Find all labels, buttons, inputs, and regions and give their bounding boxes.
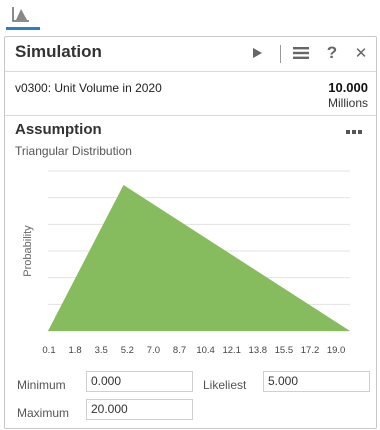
run-button[interactable] [248,44,266,62]
active-tab-indicator [6,27,40,30]
close-icon: ✕ [354,45,368,62]
assumption-title: Assumption [15,121,102,138]
x-tick-label: 19.0 [327,345,346,356]
distribution-area [48,185,350,331]
panel-header: Simulation ? ✕ [5,37,376,72]
menu-button[interactable] [292,44,310,62]
x-tick-label: 1.8 [68,345,81,356]
more-options-icon[interactable] [345,127,363,137]
x-tick-label: 15.5 [275,345,294,356]
likeliest-input[interactable]: 5.000 [263,371,370,392]
x-tick-label: 10.4 [196,345,215,356]
x-tick-label: 13.8 [249,345,268,356]
menu-icon [293,47,309,59]
top-tab-bar [0,0,380,36]
variable-name: v0300: Unit Volume in 2020 [15,81,162,95]
maximum-label: Maximum [17,406,70,420]
simulation-panel: Simulation ? ✕ v0300: Unit Volume in 202… [4,36,377,429]
likeliest-label: Likeliest [203,378,247,392]
x-tick-label: 12.1 [222,345,241,356]
minimum-label: Minimum [17,378,66,392]
header-divider [280,45,281,63]
variable-row: v0300: Unit Volume in 2020 10.000 Millio… [5,72,376,116]
x-tick-label: 0.1 [42,345,55,356]
minimum-input[interactable]: 0.000 [86,371,193,392]
x-tick-label: 3.5 [95,345,108,356]
triangular-distribution-chart: Probability 0.1 1.8 3.5 5.2 7.0 8.7 10.4 12.1 13… [22,170,350,356]
variable-value: 10.000 [328,80,368,95]
distribution-name: Triangular Distribution [15,144,132,158]
x-axis-ticks: 0.1 1.8 3.5 5.2 7.0 8.7 10.4 12.1 13.8 15.5 17.2 19… [42,345,345,356]
distribution-tab-icon[interactable] [12,6,30,22]
panel-title: Simulation [15,42,102,61]
maximum-input[interactable]: 20.000 [86,399,193,420]
help-icon: ? [326,43,338,62]
y-axis-label: Probability [22,225,34,277]
close-button[interactable]: ✕ [352,44,370,62]
x-tick-label: 8.7 [173,345,186,356]
x-tick-label: 5.2 [121,345,134,356]
x-tick-label: 17.2 [301,345,320,356]
variable-unit: Millions [327,96,368,110]
play-icon [253,48,262,58]
x-tick-label: 7.0 [147,345,160,356]
help-button[interactable]: ? [323,43,341,62]
